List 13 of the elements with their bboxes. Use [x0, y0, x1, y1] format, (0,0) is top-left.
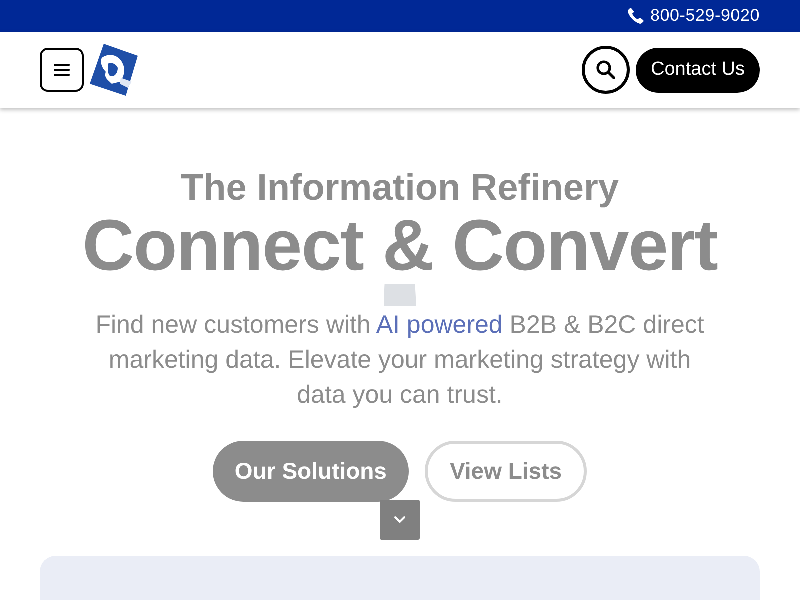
logo-icon[interactable] — [90, 44, 138, 96]
menu-icon — [54, 63, 70, 77]
hero-headline: Connect & Convert — [82, 210, 718, 282]
phone-icon — [628, 8, 644, 24]
hero-description: Find new customers with AI powered B2B & B2C direct marketing data. Elevate your marketing strategy with data you can trust. — [94, 310, 706, 411]
phone-link[interactable]: 800-529-9020 — [628, 6, 760, 26]
contact-button[interactable]: Contact Us — [636, 48, 760, 92]
search-icon — [596, 60, 616, 80]
search-button[interactable] — [582, 46, 630, 94]
chevron-down-icon — [394, 516, 406, 524]
menu-button[interactable] — [40, 48, 84, 92]
hero-eyebrow: The Information Refinery — [181, 166, 619, 210]
loading-shape — [384, 284, 416, 306]
